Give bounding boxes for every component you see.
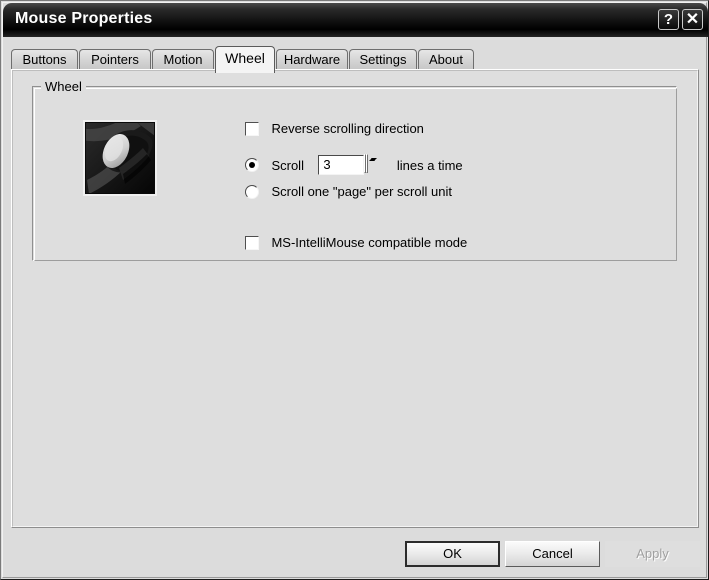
cancel-button[interactable]: Cancel — [505, 541, 600, 567]
title-bar[interactable]: Mouse Properties ? ✕ — [3, 3, 708, 37]
intellimouse-label: MS-IntelliMouse compatible mode — [271, 235, 468, 251]
tab-strip: Buttons Pointers Motion Wheel Hardware S… — [11, 46, 699, 73]
tab-motion[interactable]: Motion — [152, 49, 214, 70]
scroll-lines-input[interactable]: 3 — [318, 155, 365, 175]
scroll-lines-row[interactable]: Scroll 3 lines a time — [245, 154, 463, 175]
tab-buttons[interactable]: Buttons — [11, 49, 78, 70]
tab-pointers[interactable]: Pointers — [79, 49, 151, 70]
scroll-page-row[interactable]: Scroll one "page" per scroll unit — [245, 183, 452, 201]
ok-button[interactable]: OK — [405, 541, 500, 567]
scroll-page-label: Scroll one "page" per scroll unit — [271, 184, 452, 200]
spinner-buttons[interactable] — [364, 154, 380, 175]
group-box-title: Wheel — [41, 79, 86, 94]
apply-button: Apply — [605, 541, 700, 567]
wheel-tab-panel: Wheel Reverse scrolling direction Scroll… — [11, 69, 699, 528]
intellimouse-checkbox[interactable] — [245, 235, 259, 250]
scroll-lines-prefix-label: Scroll — [271, 157, 304, 173]
intellimouse-row[interactable]: MS-IntelliMouse compatible mode — [245, 234, 467, 252]
mouse-wheel-image — [83, 120, 157, 196]
scroll-lines-spinner[interactable]: 3 — [318, 154, 380, 175]
mouse-properties-dialog: Mouse Properties ? ✕ Buttons Pointers Mo… — [0, 0, 709, 580]
close-icon[interactable]: ✕ — [682, 9, 703, 30]
tab-about[interactable]: About — [418, 49, 474, 70]
scroll-lines-radio[interactable] — [245, 158, 259, 172]
scroll-page-radio[interactable] — [245, 184, 259, 199]
tab-settings[interactable]: Settings — [349, 49, 417, 70]
window-title: Mouse Properties — [15, 10, 153, 27]
help-button[interactable]: ? — [658, 9, 679, 30]
reverse-scrolling-row[interactable]: Reverse scrolling direction — [245, 120, 424, 138]
spinner-down-icon[interactable] — [366, 154, 378, 173]
scroll-lines-suffix-label: lines a time — [396, 157, 463, 173]
tab-hardware[interactable]: Hardware — [276, 49, 348, 70]
tab-wheel[interactable]: Wheel — [215, 46, 275, 73]
reverse-scrolling-checkbox[interactable] — [245, 121, 259, 136]
wheel-group-box: Wheel Reverse scrolling direction Scroll… — [32, 79, 677, 261]
reverse-scrolling-label: Reverse scrolling direction — [271, 121, 424, 137]
